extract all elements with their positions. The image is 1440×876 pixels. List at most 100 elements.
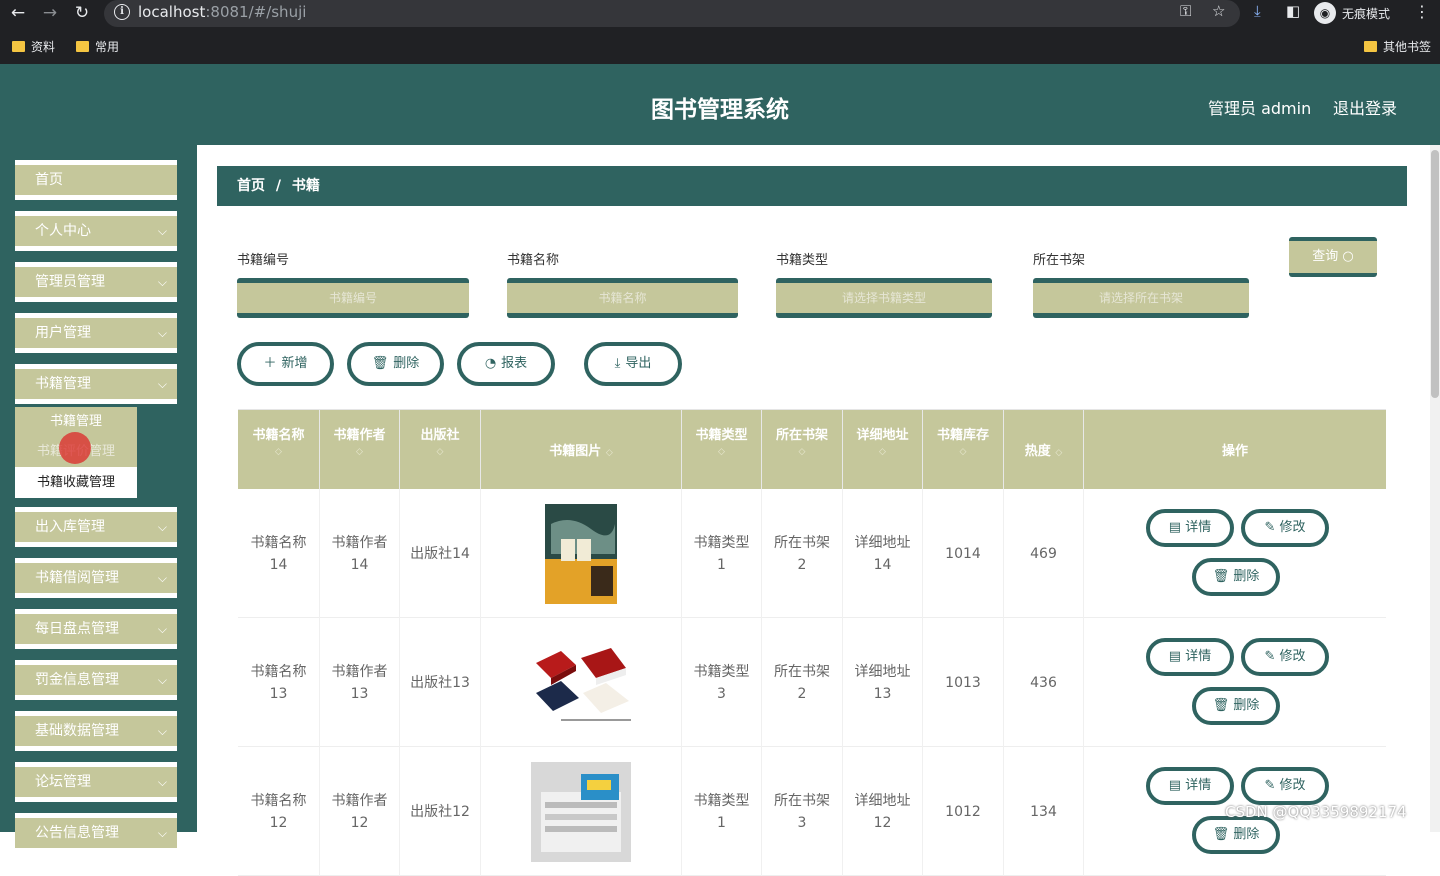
sidebar-item-profile[interactable]: 个人中心 ⌵ xyxy=(15,211,177,251)
sidebar-item-basic-data[interactable]: 基础数据管理 ⌵ xyxy=(15,711,177,751)
shelf-select[interactable]: 请选择所在书架 xyxy=(1033,278,1249,318)
sidebar-item-notice[interactable]: 公告信息管理 ⌵ xyxy=(15,813,177,853)
add-button[interactable]: ＋ 新增 xyxy=(237,342,334,386)
site-info-icon[interactable]: i xyxy=(114,4,130,20)
button-label: 删除 xyxy=(1233,698,1260,713)
sort-icon: ◇ xyxy=(798,447,806,457)
sidebar-item-book-borrow[interactable]: 书籍借阅管理 ⌵ xyxy=(15,558,177,598)
reload-icon[interactable]: ↻ xyxy=(70,2,94,24)
address-bar[interactable]: i localhost:8081/#/shuji ⚿ ☆ xyxy=(104,0,1240,27)
folder-icon xyxy=(12,41,25,52)
button-label: 修改 xyxy=(1279,520,1306,535)
sidebar-item-book-manage[interactable]: 书籍管理 ⌵ xyxy=(15,364,177,404)
edit-button[interactable]: ✎ 修改 xyxy=(1241,509,1329,547)
cell-shelf: 所在书架2 xyxy=(762,489,843,618)
button-label: 详情 xyxy=(1185,520,1212,535)
cell-text: 书籍类型1 xyxy=(693,792,750,831)
detail-button[interactable]: ▤ 详情 xyxy=(1146,638,1234,676)
export-button[interactable]: ⤓ 导出 xyxy=(584,342,682,386)
plus-icon: ＋ xyxy=(263,356,277,371)
edit-icon: ✎ xyxy=(1264,520,1280,535)
query-button[interactable]: 查询 ○ xyxy=(1289,237,1377,277)
button-label: 详情 xyxy=(1185,649,1212,664)
chevron-down-icon: ⌵ xyxy=(157,622,167,636)
submenu-item-book-favorite[interactable]: 书籍收藏管理 xyxy=(15,468,137,498)
detail-button[interactable]: ▤ 详情 xyxy=(1146,767,1234,805)
sort-icon: ◇ xyxy=(356,447,363,457)
cell-text: 出版社13 xyxy=(410,674,470,691)
scrollbar-thumb[interactable] xyxy=(1431,150,1439,398)
sidebar-item-home[interactable]: 首页 xyxy=(15,160,177,200)
cell-name: 书籍名称14 xyxy=(238,489,320,618)
cell-text: 书籍作者13 xyxy=(331,663,388,702)
edit-button[interactable]: ✎ 修改 xyxy=(1241,767,1329,805)
back-icon[interactable]: ← xyxy=(6,2,30,24)
chevron-down-icon: ⌵ xyxy=(157,326,167,340)
col-header-address[interactable]: 详细地址 ◇ xyxy=(843,410,923,490)
cell-type: 书籍类型1 xyxy=(682,747,762,876)
cell-publisher: 出版社14 xyxy=(400,489,481,618)
book-cover-image xyxy=(481,489,682,618)
forward-icon[interactable]: → xyxy=(38,2,62,24)
bookmark-folder[interactable]: 资料 xyxy=(12,38,55,55)
row-delete-button[interactable]: 🗑 删除 xyxy=(1192,687,1280,725)
cell-type: 书籍类型1 xyxy=(682,489,762,618)
add-label: 新增 xyxy=(281,356,308,371)
incognito-badge[interactable]: ◉ 无痕模式 xyxy=(1314,2,1390,24)
table-row: 书籍名称14 书籍作者14 出版社14 书籍类型1 所在书架2 详细地址14 1014 469… xyxy=(238,489,1386,618)
chevron-down-icon: ⌵ xyxy=(157,275,167,289)
other-bookmarks[interactable]: 其他书签 xyxy=(1364,38,1431,55)
bookmark-folder[interactable]: 常用 xyxy=(76,38,119,55)
book-id-input[interactable]: 书籍编号 xyxy=(237,278,469,318)
sidebar-item-admin-manage[interactable]: 管理员管理 ⌵ xyxy=(15,262,177,302)
sidebar-item-fine-info[interactable]: 罚金信息管理 ⌵ xyxy=(15,660,177,700)
col-header-author[interactable]: 书籍作者 ◇ xyxy=(320,410,400,490)
col-header-type[interactable]: 书籍类型 ◇ xyxy=(682,410,762,490)
sidebar-item-user-manage[interactable]: 用户管理 ⌵ xyxy=(15,313,177,353)
sort-icon: ◇ xyxy=(1055,448,1063,458)
cell-text: 书籍名称14 xyxy=(250,534,307,573)
cell-text: 436 xyxy=(1030,674,1057,691)
cell-text: 1012 xyxy=(945,803,981,820)
col-header-image[interactable]: 书籍图片 ◇ xyxy=(481,410,682,490)
bookmark-star-icon[interactable]: ☆ xyxy=(1212,2,1225,20)
col-header-stock[interactable]: 书籍库存 ◇ xyxy=(923,410,1004,490)
row-delete-button[interactable]: 🗑 删除 xyxy=(1192,816,1280,854)
cell-text: 详细地址12 xyxy=(854,792,911,831)
row-delete-button[interactable]: 🗑 删除 xyxy=(1192,558,1280,596)
sidebar-item-stock-io[interactable]: 出入库管理 ⌵ xyxy=(15,507,177,547)
download-icon[interactable]: ⤓ xyxy=(1254,2,1261,20)
col-header-heat[interactable]: 热度 ◇ xyxy=(1004,410,1084,490)
incognito-icon: ◉ xyxy=(1314,2,1336,24)
cell-stock: 1012 xyxy=(923,747,1004,876)
sidebar-item-daily-check[interactable]: 每日盘点管理 ⌵ xyxy=(15,609,177,649)
cell-address: 详细地址12 xyxy=(843,747,923,876)
sidebar-item-label: 基础数据管理 xyxy=(35,723,119,739)
book-cover-image xyxy=(481,747,682,876)
breadcrumb-home[interactable]: 首页 xyxy=(237,178,265,194)
admin-user: 管理员 admin xyxy=(1208,99,1312,118)
col-header-name[interactable]: 书籍名称 ◇ xyxy=(238,410,320,490)
edit-button[interactable]: ✎ 修改 xyxy=(1241,638,1329,676)
report-button[interactable]: ◔ 报表 xyxy=(457,342,555,386)
sidebar-item-label: 每日盘点管理 xyxy=(35,621,119,637)
book-type-select[interactable]: 请选择书籍类型 xyxy=(776,278,992,318)
col-header-publisher[interactable]: 出版社 ◇ xyxy=(400,410,481,490)
detail-button[interactable]: ▤ 详情 xyxy=(1146,509,1234,547)
cell-actions: ▤ 详情 ✎ 修改 🗑 删除 xyxy=(1084,618,1386,747)
sidebar-item-forum[interactable]: 论坛管理 ⌵ xyxy=(15,762,177,802)
chevron-down-icon: ⌵ xyxy=(157,826,167,840)
book-name-input[interactable]: 书籍名称 xyxy=(507,278,738,318)
delete-button[interactable]: 🗑 删除 xyxy=(347,342,444,386)
cell-text: 所在书架2 xyxy=(774,663,830,702)
button-label: 删除 xyxy=(1233,827,1260,842)
logout-link[interactable]: 退出登录 xyxy=(1333,95,1397,119)
breadcrumb: 首页 / 书籍 xyxy=(217,166,1407,206)
sidepanel-icon[interactable]: ◧ xyxy=(1286,2,1300,20)
key-icon[interactable]: ⚿ xyxy=(1180,2,1191,20)
col-header-shelf[interactable]: 所在书架 ◇ xyxy=(762,410,843,490)
browser-menu-icon[interactable]: ⋮ xyxy=(1414,2,1430,21)
filter-label-name: 书籍名称 xyxy=(507,253,560,268)
chevron-down-icon: ⌵ xyxy=(157,673,167,687)
table-row: 书籍名称13 书籍作者13 出版社13 书籍类型3 所在书架2 详细地址13 1013 436… xyxy=(238,618,1386,747)
